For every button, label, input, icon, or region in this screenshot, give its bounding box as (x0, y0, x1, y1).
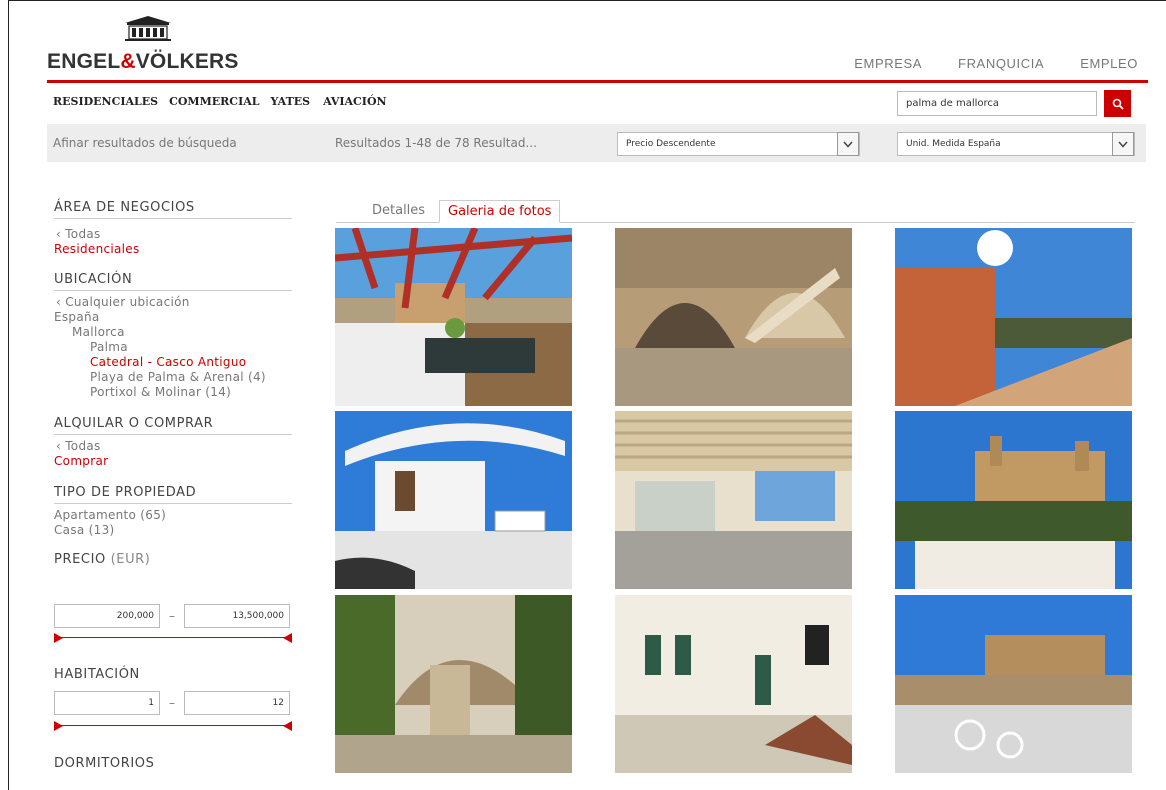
habitacion-min-input[interactable]: 1 (54, 691, 160, 715)
location-option[interactable]: Portixol & Molinar (14) (54, 385, 294, 400)
search-button[interactable] (1104, 90, 1131, 117)
slider-handle-icon[interactable] (283, 721, 292, 731)
tipo-option[interactable]: Apartamento (65) (54, 508, 294, 523)
area-all-link[interactable]: Todas (54, 227, 294, 242)
chevron-down-icon[interactable] (1112, 132, 1134, 156)
location-mallorca[interactable]: Mallorca (54, 325, 294, 340)
precio-range: 200,000 – 13,500,000 (54, 604, 290, 628)
tab-detalles[interactable]: Detalles (364, 200, 433, 223)
location-option[interactable]: Playa de Palma & Arenal (4) (54, 370, 294, 385)
property-photo[interactable] (615, 595, 852, 773)
location-espana[interactable]: España (54, 310, 294, 325)
nav-empresa[interactable]: EMPRESA (854, 56, 922, 71)
sort-select[interactable]: Precio Descendente (617, 132, 860, 156)
property-photo[interactable] (335, 595, 572, 773)
precio-max-input[interactable]: 13,500,000 (184, 604, 290, 628)
property-photo[interactable] (895, 228, 1132, 406)
tipo-heading: TIPO DE PROPIEDAD (54, 485, 292, 504)
area-heading: ÁREA DE NEGOCIOS (54, 200, 292, 219)
category-yates[interactable]: YATES (270, 95, 310, 108)
refine-sidebar: ÁREA DE NEGOCIOS Todas Residenciales UBI… (54, 200, 294, 567)
range-dash: – (169, 609, 175, 623)
property-photo[interactable] (335, 411, 572, 589)
slider-handle-icon[interactable] (54, 721, 63, 731)
property-photo[interactable] (895, 411, 1132, 589)
category-commercial[interactable]: COMMERCIAL (169, 95, 259, 108)
sort-select-value: Precio Descendente (626, 139, 716, 149)
property-photo[interactable] (615, 411, 852, 589)
property-photo[interactable] (615, 228, 852, 406)
logo-house-icon (125, 16, 171, 41)
range-dash: – (169, 696, 175, 710)
location-selected[interactable]: Catedral - Casco Antiguo (54, 355, 294, 370)
category-residenciales[interactable]: RESIDENCIALES (53, 95, 158, 108)
habitacion-slider[interactable] (54, 721, 292, 731)
top-navigation: EMPRESA FRANQUICIA EMPLEO (854, 56, 1138, 71)
units-select[interactable]: Unid. Medida España (897, 132, 1135, 156)
brand-logo[interactable]: ENGEL&VÖLKERS (47, 14, 257, 76)
category-navigation: RESIDENCIALES COMMERCIAL YATES AVIACIÓN (53, 95, 398, 108)
filter-bar: Afinar resultados de búsqueda Resultados… (47, 124, 1146, 162)
alquilar-heading: ALQUILAR O COMPRAR (54, 416, 292, 435)
location-palma[interactable]: Palma (54, 340, 294, 355)
refine-label[interactable]: Afinar resultados de búsqueda (53, 136, 237, 150)
search-input[interactable]: palma de mallorca (897, 91, 1097, 116)
alquilar-selected[interactable]: Comprar (54, 454, 294, 469)
alquilar-all-link[interactable]: Todas (54, 439, 294, 454)
precio-min-input[interactable]: 200,000 (54, 604, 160, 628)
slider-track (56, 637, 290, 638)
dormitorios-heading: DORMITORIOS (54, 756, 155, 771)
precio-slider[interactable] (54, 633, 292, 643)
results-count: Resultados 1-48 de 78 Resultad... (335, 136, 537, 150)
slider-handle-icon[interactable] (54, 633, 63, 643)
ubicacion-all-link[interactable]: Cualquier ubicación (54, 295, 294, 310)
habitacion-max-input[interactable]: 12 (184, 691, 290, 715)
precio-heading: PRECIO (EUR) (54, 552, 151, 567)
brand-wordmark: ENGEL&VÖLKERS (47, 50, 239, 73)
slider-track (56, 725, 290, 726)
header-divider (47, 80, 1148, 83)
nav-empleo[interactable]: EMPLEO (1080, 56, 1138, 71)
property-photo[interactable] (895, 595, 1132, 773)
chevron-down-icon[interactable] (837, 132, 859, 156)
habitacion-range: 1 – 12 (54, 691, 290, 715)
view-tabs: Detalles Galeria de fotos (336, 200, 1135, 223)
slider-handle-icon[interactable] (283, 633, 292, 643)
units-select-value: Unid. Medida España (906, 139, 1001, 149)
area-selected[interactable]: Residenciales (54, 242, 294, 257)
tab-galeria[interactable]: Galeria de fotos (439, 200, 561, 223)
category-aviacion[interactable]: AVIACIÓN (323, 95, 387, 108)
habitacion-heading: HABITACIÓN (54, 667, 140, 682)
search-icon (1112, 98, 1124, 110)
tipo-option[interactable]: Casa (13) (54, 523, 294, 538)
ubicacion-heading: UBICACIÓN (54, 272, 292, 291)
property-photo[interactable] (335, 228, 572, 406)
nav-franquicia[interactable]: FRANQUICIA (958, 56, 1044, 71)
